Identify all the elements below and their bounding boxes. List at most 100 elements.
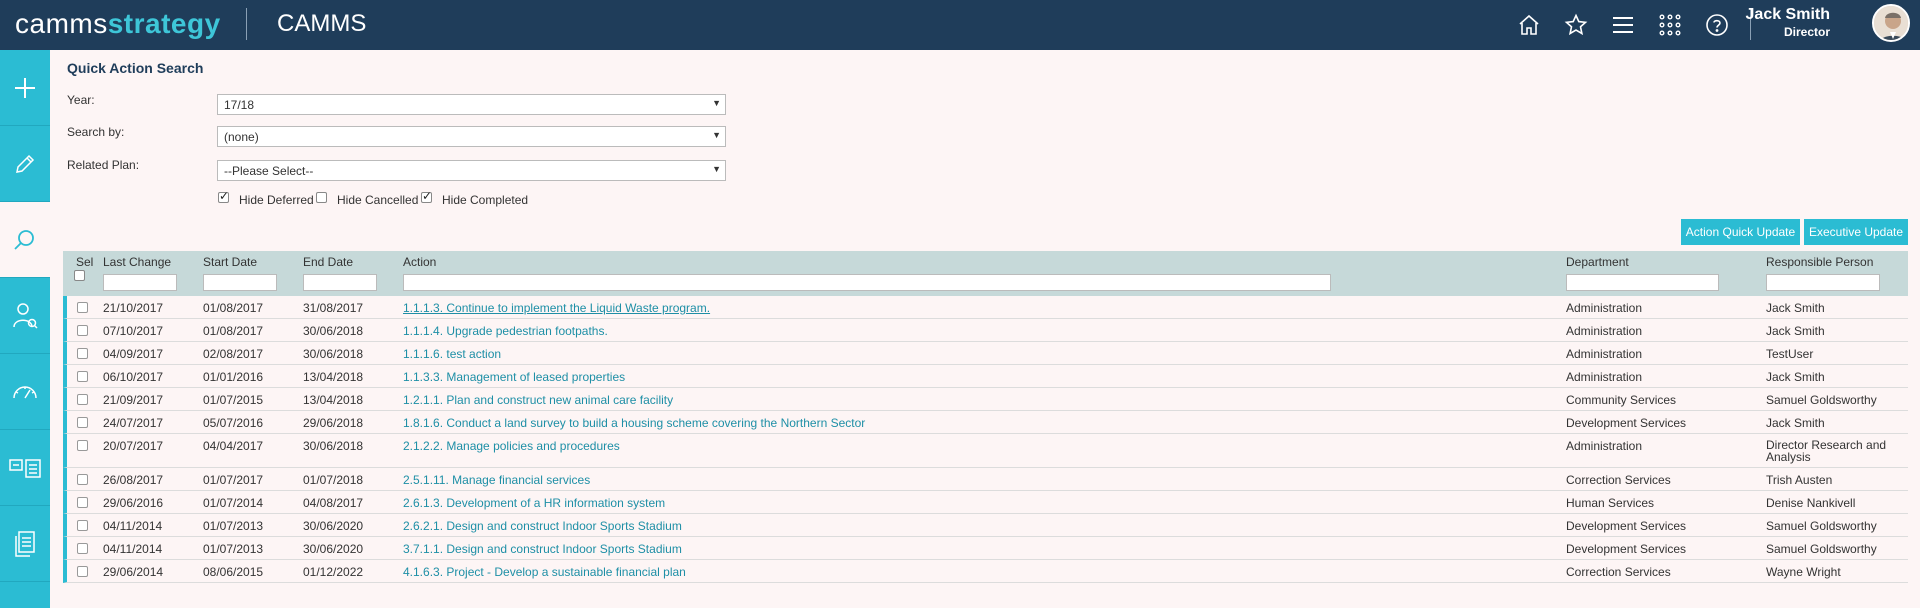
cell-start-date: 04/04/2017: [203, 439, 264, 453]
pencil-icon: [16, 154, 35, 173]
related-plan-select[interactable]: --Please Select-- ▼: [217, 160, 726, 181]
table-row: 04/11/2014 01/07/2013 30/06/2020 3.7.1.1. D…: [63, 537, 1908, 560]
app-title: CAMMS: [277, 10, 367, 37]
cell-action-link[interactable]: 1.1.1.4. Upgrade pedestrian footpaths.: [403, 324, 608, 338]
cell-department: Human Services: [1566, 496, 1655, 510]
cell-start-date: 02/08/2017: [203, 347, 264, 361]
row-checkbox[interactable]: [77, 566, 88, 577]
cell-responsible: Jack Smith: [1766, 370, 1825, 384]
row-checkbox[interactable]: [77, 417, 88, 428]
sidebar-item-people[interactable]: [0, 278, 50, 354]
row-checkbox[interactable]: [77, 371, 88, 382]
hide-deferred-checkbox[interactable]: [218, 189, 229, 203]
row-checkbox[interactable]: [77, 348, 88, 359]
cell-end-date: 30/06/2020: [303, 542, 364, 556]
search-by-value: (none): [224, 130, 259, 144]
table-row: 20/07/2017 04/04/2017 30/06/2018 2.1.2.2. M…: [63, 434, 1908, 468]
row-checkbox[interactable]: [77, 474, 88, 485]
row-checkbox[interactable]: [77, 543, 88, 554]
cell-department: Correction Services: [1566, 473, 1671, 487]
document-icon: [15, 530, 35, 557]
cell-action-link[interactable]: 3.7.1.1. Design and construct Indoor Spo…: [403, 542, 682, 556]
cell-action-link[interactable]: 2.5.1.11. Manage financial services: [403, 473, 590, 487]
filter-department[interactable]: [1566, 274, 1719, 291]
row-checkbox[interactable]: [77, 325, 88, 336]
cell-last-change: 29/06/2016: [103, 496, 164, 510]
top-bar: cammsstrategy CAMMS Jack Smith Director: [0, 0, 1920, 50]
cell-responsible: Trish Austen: [1766, 473, 1833, 487]
filter-end-date[interactable]: [303, 274, 377, 291]
cell-department: Administration: [1566, 439, 1643, 453]
cell-end-date: 31/08/2017: [303, 301, 364, 315]
apps-grid-icon[interactable]: [1655, 10, 1685, 40]
cell-responsible: Wayne Wright: [1766, 565, 1841, 579]
cell-action-link[interactable]: 2.6.2.1. Design and construct Indoor Spo…: [403, 519, 682, 533]
star-icon[interactable]: [1561, 10, 1591, 40]
hide-cancelled-label: Hide Cancelled: [337, 193, 419, 207]
filter-last-change[interactable]: [103, 274, 177, 291]
cell-last-change: 21/10/2017: [103, 301, 164, 315]
column-header-last-change[interactable]: Last Change: [103, 255, 171, 269]
cell-end-date: 13/04/2018: [303, 393, 364, 407]
search-by-select[interactable]: (none) ▼: [217, 126, 726, 147]
cell-action-link[interactable]: 1.2.1.1. Plan and construct new animal c…: [403, 393, 673, 407]
cell-action-link[interactable]: 1.1.1.3. Continue to implement the Liqui…: [403, 301, 710, 315]
cell-last-change: 04/11/2014: [103, 542, 163, 556]
cell-end-date: 30/06/2020: [303, 519, 364, 533]
row-checkbox[interactable]: [77, 440, 88, 451]
chevron-down-icon: ▼: [712, 130, 721, 140]
user-role: Director: [1783, 25, 1830, 39]
sidebar-item-documents[interactable]: [0, 506, 50, 582]
help-icon[interactable]: [1702, 10, 1732, 40]
select-all-checkbox[interactable]: [74, 270, 85, 281]
sidebar-item-dashboard[interactable]: [0, 354, 50, 430]
cell-start-date: 01/07/2013: [203, 542, 264, 556]
sidebar-item-add[interactable]: [0, 50, 50, 126]
home-icon[interactable]: [1514, 10, 1544, 40]
user-search-icon: [13, 302, 38, 329]
cell-action-link[interactable]: 1.1.3.3. Management of leased properties: [403, 370, 625, 384]
action-quick-update-button[interactable]: Action Quick Update: [1681, 219, 1800, 245]
cell-responsible: Samuel Goldsworthy: [1766, 393, 1877, 407]
table-row: 29/06/2014 08/06/2015 01/12/2022 4.1.6.3. P…: [63, 560, 1908, 583]
cell-action-link[interactable]: 2.1.2.2. Manage policies and procedures: [403, 439, 620, 453]
sidebar-item-search[interactable]: [0, 202, 50, 278]
cell-responsible: Jack Smith: [1766, 301, 1825, 315]
cell-department: Administration: [1566, 301, 1643, 315]
hide-cancelled-checkbox[interactable]: [316, 192, 327, 203]
row-checkbox[interactable]: [77, 394, 88, 405]
row-checkbox[interactable]: [77, 302, 88, 313]
column-header-action[interactable]: Action: [403, 255, 436, 269]
cell-end-date: 30/06/2018: [303, 347, 364, 361]
avatar[interactable]: [1872, 4, 1910, 42]
filter-action[interactable]: [403, 274, 1331, 291]
year-select[interactable]: 17/18 ▼: [217, 94, 726, 115]
sidebar-item-reports[interactable]: [0, 430, 50, 506]
filter-responsible[interactable]: [1766, 274, 1880, 291]
row-checkbox[interactable]: [77, 520, 88, 531]
column-header-end-date[interactable]: End Date: [303, 255, 353, 269]
cell-last-change: 06/10/2017: [103, 370, 164, 384]
user-name[interactable]: Jack Smith: [1746, 6, 1830, 24]
menu-icon[interactable]: [1608, 10, 1638, 40]
cell-end-date: 01/12/2022: [303, 565, 364, 579]
cell-start-date: 01/07/2014: [203, 496, 264, 510]
hide-completed-checkbox[interactable]: [421, 189, 432, 203]
cell-end-date: 01/07/2018: [303, 473, 364, 487]
cell-action-link[interactable]: 2.6.1.3. Development of a HR information…: [403, 496, 665, 510]
column-header-responsible[interactable]: Responsible Person: [1766, 255, 1873, 269]
executive-update-button[interactable]: Executive Update: [1804, 219, 1908, 245]
table-header: Sel Last Change Start Date End Date Acti…: [63, 251, 1908, 296]
cell-action-link[interactable]: 4.1.6.3. Project - Develop a sustainable…: [403, 565, 686, 579]
cell-action-link[interactable]: 1.8.1.6. Conduct a land survey to build …: [403, 416, 865, 430]
cell-end-date: 13/04/2018: [303, 370, 364, 384]
logo[interactable]: cammsstrategy: [15, 8, 221, 40]
sidebar-item-edit[interactable]: [0, 126, 50, 202]
row-checkbox[interactable]: [77, 497, 88, 508]
cell-responsible: Samuel Goldsworthy: [1766, 519, 1877, 533]
filter-start-date[interactable]: [203, 274, 277, 291]
cell-end-date: 30/06/2018: [303, 324, 364, 338]
column-header-department[interactable]: Department: [1566, 255, 1629, 269]
cell-action-link[interactable]: 1.1.1.6. test action: [403, 347, 501, 361]
column-header-start-date[interactable]: Start Date: [203, 255, 257, 269]
